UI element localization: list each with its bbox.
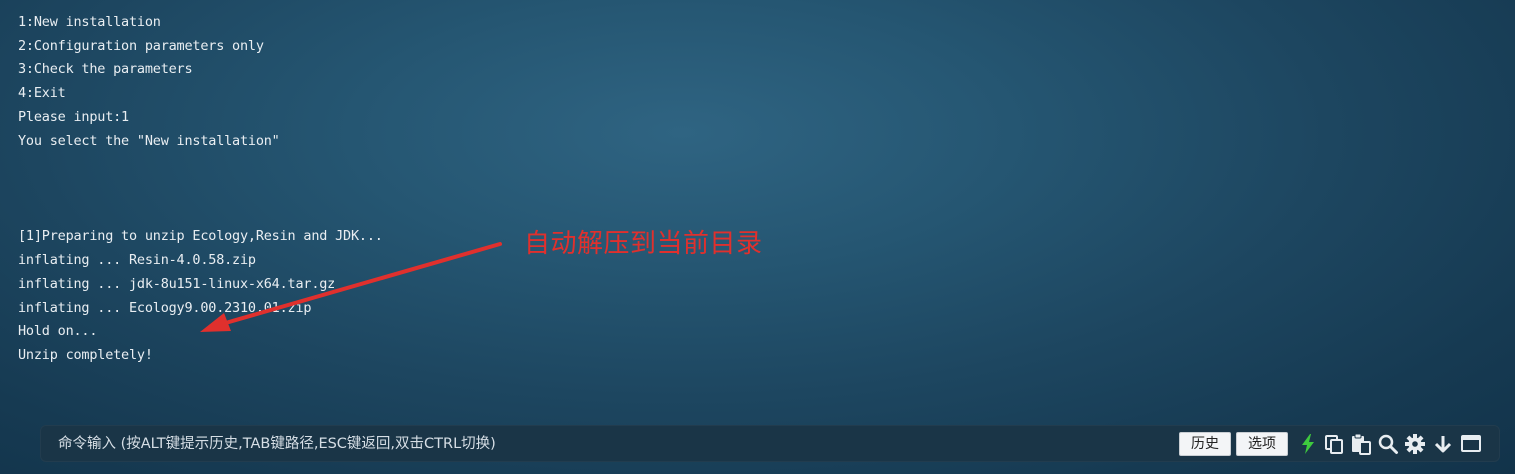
terminal-line: inflating ... Ecology9.00.2310.01.zip xyxy=(18,300,312,316)
command-input[interactable] xyxy=(40,425,1178,462)
copy-icon[interactable] xyxy=(1323,433,1345,455)
paste-icon[interactable] xyxy=(1350,433,1372,455)
terminal-line: inflating ... Resin-4.0.58.zip xyxy=(18,252,256,268)
terminal-line: 4:Exit xyxy=(18,85,66,101)
terminal-line: Please input:1 xyxy=(18,109,129,125)
search-icon[interactable] xyxy=(1377,433,1399,455)
terminal-line: 1:New installation xyxy=(18,14,161,30)
terminal-line: inflating ... jdk-8u151-linux-x64.tar.gz xyxy=(18,276,336,292)
command-bar: 历史 选项 xyxy=(40,425,1500,462)
terminal-line: Hold on... xyxy=(18,323,98,339)
options-button[interactable]: 选项 xyxy=(1236,432,1288,456)
gear-icon[interactable] xyxy=(1404,433,1426,455)
terminal-line: Unzip completely! xyxy=(18,347,153,363)
window-icon[interactable] xyxy=(1460,433,1482,455)
terminal-line: [1]Preparing to unzip Ecology,Resin and … xyxy=(18,228,383,244)
history-button[interactable]: 历史 xyxy=(1179,432,1231,456)
terminal-line: 3:Check the parameters xyxy=(18,61,193,77)
terminal-line: 2:Configuration parameters only xyxy=(18,38,264,54)
annotation-label: 自动解压到当前目录 xyxy=(524,229,763,259)
terminal-output: 1:New installation 2:Configuration param… xyxy=(18,12,1488,412)
terminal-line: You select the "New installation" xyxy=(18,133,280,149)
lightning-icon[interactable] xyxy=(1297,433,1319,455)
arrow-down-icon[interactable] xyxy=(1432,433,1454,455)
